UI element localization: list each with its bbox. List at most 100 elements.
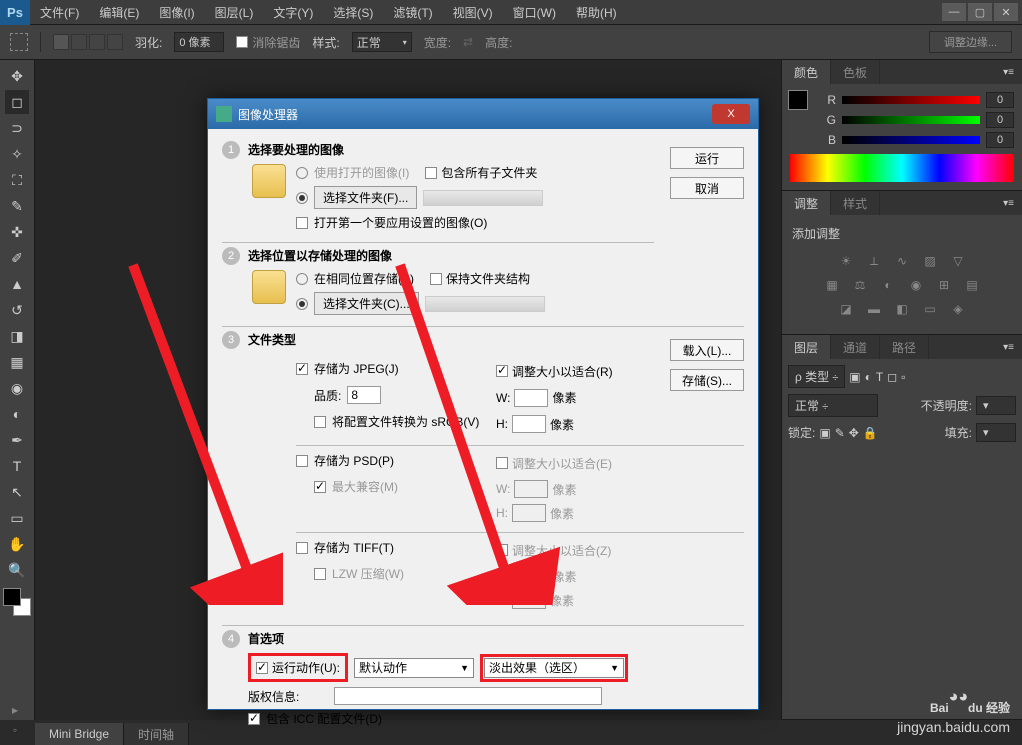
filter-smart-icon[interactable]: ▫ <box>901 370 905 384</box>
filter-type-icon[interactable]: T <box>876 370 883 384</box>
blur-tool[interactable]: ◉ <box>5 376 29 400</box>
save-button[interactable]: 存储(S)... <box>670 369 744 391</box>
brightness-icon[interactable]: ☀ <box>835 252 857 270</box>
lookup-icon[interactable]: ▤ <box>961 276 983 294</box>
panel-menu-icon[interactable]: ▾≡ <box>995 198 1022 209</box>
srgb-checkbox[interactable] <box>314 416 326 428</box>
r-value[interactable]: 0 <box>986 92 1014 108</box>
select-folder-radio[interactable] <box>296 192 308 204</box>
dialog-close-button[interactable]: X <box>712 104 750 124</box>
icc-checkbox[interactable] <box>248 713 260 725</box>
fill-input[interactable]: ▾ <box>976 423 1016 442</box>
close-button[interactable]: ✕ <box>994 3 1018 21</box>
maximize-button[interactable]: ▢ <box>968 3 992 21</box>
exposure-icon[interactable]: ▨ <box>919 252 941 270</box>
include-sub-checkbox[interactable] <box>425 167 437 179</box>
menu-filter[interactable]: 滤镜(T) <box>383 4 442 21</box>
styles-tab[interactable]: 样式 <box>831 191 880 215</box>
path-tool[interactable]: ↖ <box>5 480 29 504</box>
g-value[interactable]: 0 <box>986 112 1014 128</box>
load-button[interactable]: 载入(L)... <box>670 339 744 361</box>
lasso-tool[interactable]: ⊃ <box>5 116 29 140</box>
keep-struct-checkbox[interactable] <box>430 273 442 285</box>
minimize-button[interactable]: — <box>942 3 966 21</box>
lock-pixel-icon[interactable]: ✎ <box>835 426 845 440</box>
same-loc-radio[interactable] <box>296 273 308 285</box>
dodge-tool[interactable]: ◐ <box>5 402 29 426</box>
type-tool[interactable]: T <box>5 454 29 478</box>
channels-tab[interactable]: 通道 <box>831 335 880 359</box>
posterize-icon[interactable]: ▬ <box>863 300 885 318</box>
jpeg-w-input[interactable] <box>514 389 548 407</box>
lock-trans-icon[interactable]: ▣ <box>819 426 830 440</box>
threshold-icon[interactable]: ◧ <box>891 300 913 318</box>
b-slider[interactable] <box>842 136 980 144</box>
action-dropdown[interactable]: 淡出效果（选区）▼ <box>484 658 624 678</box>
timeline-tab[interactable]: 时间轴 <box>124 723 189 745</box>
paths-tab[interactable]: 路径 <box>880 335 929 359</box>
selection-subtract-icon[interactable] <box>89 34 105 50</box>
filter-adjust-icon[interactable]: ◐ <box>865 370 872 384</box>
menu-image[interactable]: 图像(I) <box>149 4 204 21</box>
eyedropper-tool[interactable]: ✎ <box>5 194 29 218</box>
menu-view[interactable]: 视图(V) <box>443 4 503 21</box>
shape-tool[interactable]: ▭ <box>5 506 29 530</box>
bw-icon[interactable]: ◐ <box>877 276 899 294</box>
copyright-input[interactable] <box>334 687 602 705</box>
selection-intersect-icon[interactable] <box>107 34 123 50</box>
menu-type[interactable]: 文字(Y) <box>263 4 323 21</box>
menu-layer[interactable]: 图层(L) <box>205 4 264 21</box>
open-first-checkbox[interactable] <box>296 217 308 229</box>
layers-tab[interactable]: 图层 <box>782 335 831 359</box>
tiff-checkbox[interactable] <box>296 542 308 554</box>
fg-swatch[interactable] <box>788 90 808 110</box>
action-set-dropdown[interactable]: 默认动作▼ <box>354 658 474 678</box>
zoom-tool[interactable]: 🔍 <box>5 558 29 582</box>
stamp-tool[interactable]: ▲ <box>5 272 29 296</box>
color-spectrum[interactable] <box>790 154 1014 182</box>
selection-new-icon[interactable] <box>53 34 69 50</box>
hand-tool[interactable]: ✋ <box>5 532 29 556</box>
pen-tool[interactable]: ✒ <box>5 428 29 452</box>
panel-menu-icon[interactable]: ▾≡ <box>995 342 1022 353</box>
balance-icon[interactable]: ⚖ <box>849 276 871 294</box>
select-folder2-radio[interactable] <box>296 298 308 310</box>
collapse-icon[interactable]: ◦ <box>4 721 26 739</box>
opacity-input[interactable]: ▾ <box>976 396 1016 415</box>
selective-color-icon[interactable]: ◈ <box>947 300 969 318</box>
menu-help[interactable]: 帮助(H) <box>566 4 627 21</box>
crop-tool[interactable]: ⛶ <box>5 168 29 192</box>
brush-tool[interactable]: ✐ <box>5 246 29 270</box>
hue-icon[interactable]: ▦ <box>821 276 843 294</box>
menu-select[interactable]: 选择(S) <box>323 4 383 21</box>
dialog-titlebar[interactable]: 图像处理器 X <box>208 99 758 129</box>
select-folder1-button[interactable]: 选择文件夹(F)... <box>314 186 417 209</box>
photo-filter-icon[interactable]: ◉ <box>905 276 927 294</box>
antialias-checkbox[interactable] <box>236 36 248 48</box>
fg-bg-color[interactable] <box>3 588 31 616</box>
psd-checkbox[interactable] <box>296 455 308 467</box>
vibrance-icon[interactable]: ▽ <box>947 252 969 270</box>
use-open-radio[interactable] <box>296 167 308 179</box>
g-slider[interactable] <box>842 116 980 124</box>
eraser-tool[interactable]: ◨ <box>5 324 29 348</box>
color-tab[interactable]: 颜色 <box>782 60 831 84</box>
wand-tool[interactable]: ✧ <box>5 142 29 166</box>
jpeg-h-input[interactable] <box>512 415 546 433</box>
move-tool[interactable]: ✥ <box>5 64 29 88</box>
mixer-icon[interactable]: ⊞ <box>933 276 955 294</box>
filter-pixel-icon[interactable]: ▣ <box>849 370 860 384</box>
menu-file[interactable]: 文件(F) <box>30 4 89 21</box>
menu-window[interactable]: 窗口(W) <box>503 4 566 21</box>
mini-bridge-tab[interactable]: Mini Bridge <box>35 723 124 745</box>
jpeg-resize-checkbox[interactable] <box>496 365 508 377</box>
swatches-tab[interactable]: 色板 <box>831 60 880 84</box>
run-action-checkbox[interactable] <box>256 662 268 674</box>
gradient-tool[interactable]: ▦ <box>5 350 29 374</box>
gradient-map-icon[interactable]: ▭ <box>919 300 941 318</box>
selection-add-icon[interactable] <box>71 34 87 50</box>
expand-icon[interactable]: ▸ <box>4 701 26 719</box>
curves-icon[interactable]: ∿ <box>891 252 913 270</box>
b-value[interactable]: 0 <box>986 132 1014 148</box>
select-folder2-button[interactable]: 选择文件夹(C)... <box>314 292 419 315</box>
